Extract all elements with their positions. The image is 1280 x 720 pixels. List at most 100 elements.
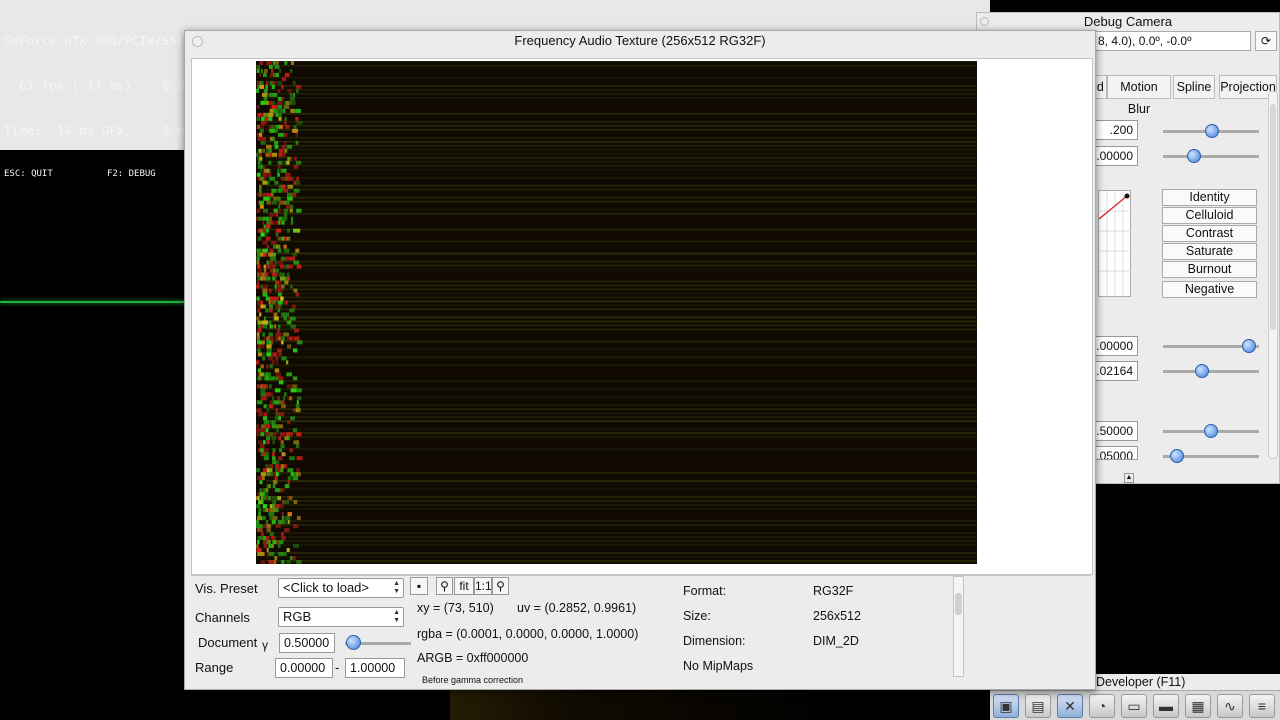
frequency-pixel <box>256 248 261 253</box>
setting-field-4[interactable]: .02164 <box>1094 361 1138 381</box>
gauge-icon[interactable]: ◔ <box>1089 694 1115 718</box>
texture-image[interactable] <box>256 61 977 564</box>
filter-contrast-button[interactable]: Contrast <box>1162 225 1257 242</box>
camera-position-field[interactable]: 8, 4.0), 0.0º, -0.0º <box>1093 31 1251 51</box>
frequency-pixel <box>283 396 286 401</box>
frequency-pixel <box>293 188 300 193</box>
slider-knob-4[interactable] <box>1195 364 1209 378</box>
frequency-pixel <box>266 528 271 533</box>
slider-knob-2[interactable] <box>1187 149 1201 163</box>
slider-knob-1[interactable] <box>1205 124 1219 138</box>
frequency-pixel <box>287 476 292 481</box>
setting-field-1[interactable]: .200 <box>1094 120 1138 140</box>
filter-burnout-button[interactable]: Burnout <box>1162 261 1257 278</box>
frequency-pixel <box>263 72 267 77</box>
frequency-pixel <box>260 300 264 305</box>
slider-knob-5[interactable] <box>1204 424 1218 438</box>
frequency-pixel <box>286 144 292 149</box>
scroll-thumb[interactable] <box>1270 104 1276 330</box>
graph-icon[interactable]: ∿ <box>1217 694 1243 718</box>
frequency-pixel <box>263 96 268 101</box>
fit-button[interactable]: fit <box>454 577 474 595</box>
document-icon[interactable]: ≡ <box>1249 694 1275 718</box>
frequency-pixel <box>259 488 263 493</box>
gamma-field[interactable]: 0.50000 <box>279 633 335 653</box>
frequency-pixel <box>295 292 299 297</box>
range-max-field[interactable]: 1.00000 <box>345 658 405 678</box>
frequency-pixel <box>293 124 297 129</box>
setting-slider-4[interactable] <box>1163 370 1259 373</box>
filter-celluloid-button[interactable]: Celluloid <box>1162 207 1257 224</box>
slider-knob-6[interactable] <box>1170 449 1184 463</box>
collapse-icon[interactable]: ▲ <box>1124 473 1134 483</box>
filter-saturate-button[interactable]: Saturate <box>1162 243 1257 260</box>
frequency-pixel <box>256 284 260 289</box>
setting-field-5[interactable]: .50000 <box>1094 421 1138 441</box>
zoom-icon[interactable]: ⚲ <box>436 577 453 595</box>
save-icon[interactable]: ▪ <box>410 577 428 595</box>
scroll-thumb[interactable] <box>955 593 962 615</box>
frequency-pixel <box>266 424 271 429</box>
actual-size-button[interactable]: 1:1 <box>474 577 492 595</box>
frequency-pixel <box>278 216 282 221</box>
debug-scrollbar[interactable] <box>1268 91 1278 459</box>
note-icon[interactable]: ▭ <box>1121 694 1147 718</box>
frequency-pixel <box>284 392 287 397</box>
range-min-field[interactable]: 0.00000 <box>275 658 333 678</box>
slider-knob-3[interactable] <box>1242 339 1256 353</box>
frequency-pixel <box>271 272 278 277</box>
tab-spline[interactable]: Spline <box>1173 75 1215 99</box>
frequency-pixel <box>257 368 262 373</box>
frequency-pixel <box>292 304 296 309</box>
setting-field-2[interactable]: .00000 <box>1094 146 1138 166</box>
tone-curve-graph[interactable] <box>1098 190 1132 298</box>
channels-dropdown[interactable]: RGB ▲ ▼ <box>278 607 404 627</box>
close-icon[interactable] <box>980 17 989 26</box>
frequency-pixel <box>277 328 280 333</box>
tools-icon[interactable]: ✕ <box>1057 694 1083 718</box>
frequency-pixel <box>287 196 293 201</box>
filter-identity-button[interactable]: Identity <box>1162 189 1257 206</box>
frequency-pixel <box>265 520 269 525</box>
frequency-band <box>266 64 977 67</box>
inspect-icon[interactable]: ⚲ <box>492 577 509 595</box>
frequency-pixel <box>266 276 271 281</box>
filter-negative-button[interactable]: Negative <box>1162 281 1257 298</box>
frequency-band <box>266 488 977 490</box>
setting-slider-2[interactable] <box>1163 155 1259 158</box>
info-scrollbar[interactable] <box>953 576 964 677</box>
tab-motion-blur[interactable]: Motion Blur <box>1107 75 1171 116</box>
frequency-pixel <box>283 244 287 249</box>
frequency-band <box>266 252 977 255</box>
frequency-pixel <box>280 264 285 269</box>
gamma-slider-knob[interactable] <box>346 635 361 650</box>
setting-field-3[interactable]: .00000 <box>1094 336 1138 356</box>
frequency-pixel <box>262 284 268 289</box>
frequency-pixel <box>260 532 264 537</box>
frequency-pixel <box>262 508 266 513</box>
frequency-band <box>266 124 977 127</box>
windows-icon[interactable]: ▦ <box>1185 694 1211 718</box>
frequency-pixel <box>271 544 274 549</box>
frequency-pixel <box>283 464 287 469</box>
vis-preset-dropdown[interactable]: <Click to load> ▲ ▼ <box>278 578 404 598</box>
developer-window-label: Developer (F11) <box>1093 674 1280 690</box>
frequency-pixel <box>277 196 281 201</box>
texture-display-pane[interactable] <box>191 58 1093 575</box>
frequency-pixel <box>284 160 287 165</box>
frequency-pixel <box>266 168 271 173</box>
camera-link-button[interactable]: ⟳ <box>1255 31 1277 51</box>
frequency-pixel <box>275 72 279 77</box>
frequency-pixel <box>262 292 268 297</box>
film-icon[interactable]: ▤ <box>1025 694 1051 718</box>
frequency-pixel <box>277 308 280 313</box>
frequency-pixel <box>281 216 288 221</box>
frequency-pixel <box>270 432 273 437</box>
frequency-pixel <box>291 216 293 221</box>
frequency-pixel <box>272 196 279 201</box>
frequency-pixel <box>280 504 284 509</box>
frequency-pixel <box>259 160 262 165</box>
terminal-icon[interactable]: ▬ <box>1153 694 1179 718</box>
setting-field-6[interactable]: .05000 <box>1094 446 1138 460</box>
camera-icon[interactable]: ▣ <box>993 694 1019 718</box>
